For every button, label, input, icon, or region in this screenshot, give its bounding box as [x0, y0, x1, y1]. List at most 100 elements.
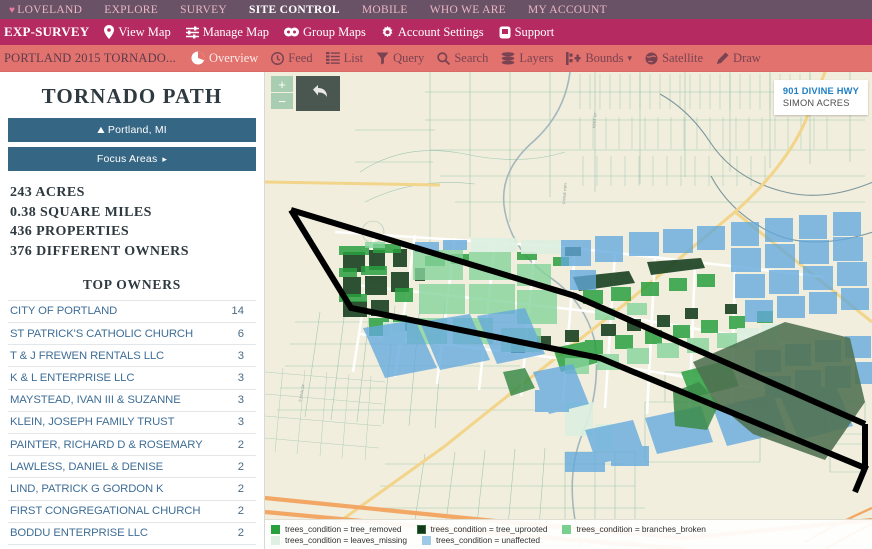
app-item-label: Manage Map	[202, 24, 269, 39]
popup-address: 901 DIVINE HWY	[782, 86, 859, 96]
owner-name: K & L ENTERPRISE LLC	[10, 371, 135, 384]
owner-count: 2	[237, 527, 244, 540]
app-brand[interactable]: EXP-SURVEY	[4, 24, 89, 40]
tool-bounds[interactable]: Bounds ▾	[566, 51, 632, 66]
sliders-icon	[185, 26, 199, 39]
owner-count: 14	[231, 305, 244, 318]
table-row[interactable]: T & J FREWEN RENTALS LLC 3	[8, 344, 256, 366]
tool-layers[interactable]: Layers	[501, 51, 553, 66]
project-title: PORTLAND 2015 TORNADO...	[4, 50, 176, 65]
legend-swatch	[422, 535, 432, 545]
map-canvas[interactable]: DIVINE HWY S MAIN ST KENT ST I 96 I 96 +…	[265, 72, 872, 549]
table-row[interactable]: TORP-SMITH, ROBERT TRUST 2	[8, 543, 256, 549]
heart-icon: ♥	[9, 4, 16, 16]
app-item-label: Account Settings	[397, 24, 484, 39]
map-toolbar: PORTLAND 2015 TORNADO... Overview Feed L…	[0, 45, 872, 72]
nav-item-who-we-are[interactable]: WHO WE ARE	[430, 4, 506, 16]
globe-icon	[645, 52, 658, 65]
popup-subdivision: SIMON ACRES	[782, 98, 850, 108]
owner-count: 2	[237, 505, 244, 518]
nav-item-my-account[interactable]: MY ACCOUNT	[528, 4, 607, 16]
page-title: TORNADO PATH	[41, 84, 223, 108]
table-row[interactable]: MAYSTEAD, IVAN III & SUZANNE 3	[8, 388, 256, 411]
table-row[interactable]: KLEIN, JOSEPH FAMILY TRUST 3	[8, 410, 256, 433]
legend-item-branches-broken: trees_condition = branches_broken	[562, 524, 706, 534]
map-legend: trees_condition = tree_removed trees_con…	[265, 519, 872, 549]
stat-properties: 436 PROPERTIES	[10, 224, 130, 240]
nav-item-survey[interactable]: SURVEY	[180, 4, 227, 16]
tool-feed[interactable]: Feed	[271, 50, 313, 66]
app-item-view-map[interactable]: View Map	[104, 24, 171, 40]
table-row[interactable]: CITY OF PORTLAND 14	[8, 299, 256, 322]
tool-label: Overview	[209, 50, 259, 65]
app-item-manage-map[interactable]: Manage Map	[185, 24, 269, 40]
legend-swatch	[562, 524, 572, 534]
undo-button[interactable]	[296, 76, 340, 111]
owner-name: ST PATRICK'S CATHOLIC CHURCH	[10, 327, 194, 340]
global-nav-bar: ♥ LOVELAND EXPLORE SURVEY SITE CONTROL MO…	[0, 0, 872, 19]
owner-name: CITY OF PORTLAND	[10, 305, 118, 318]
nav-item-loveland[interactable]: ♥ LOVELAND	[9, 4, 82, 16]
table-row[interactable]: PAINTER, RICHARD D & ROSEMARY 2	[8, 432, 256, 455]
tool-query[interactable]: Query	[376, 51, 424, 66]
location-label: Portland, MI	[107, 124, 167, 136]
tool-label: Satellite	[662, 50, 704, 65]
legend-item-tree-uprooted: trees_condition = tree_uprooted	[416, 524, 548, 534]
clock-icon	[271, 51, 285, 65]
zoom-in-button[interactable]: +	[271, 76, 293, 93]
nav-item-site-control[interactable]: SITE CONTROL	[249, 4, 340, 16]
legend-swatch	[271, 535, 280, 545]
group-maps-icon	[284, 26, 299, 38]
tool-list[interactable]: List	[325, 50, 364, 66]
table-row[interactable]: BODDU ENTERPRISE LLC 2	[8, 521, 256, 544]
stat-different-owners: 376 DIFFERENT OWNERS	[10, 244, 189, 260]
table-row[interactable]: LIND, PATRICK G GORDON K 2	[8, 477, 256, 499]
undo-arrow-icon	[309, 84, 328, 103]
tool-overview[interactable]: Overview	[191, 51, 258, 66]
zoom-out-button[interactable]: −	[271, 93, 293, 110]
search-icon	[437, 51, 451, 65]
tool-search[interactable]: Search	[437, 51, 488, 66]
table-row[interactable]: ST PATRICK'S CATHOLIC CHURCH 6	[8, 322, 256, 344]
owner-name: LIND, PATRICK G GORDON K	[10, 482, 164, 495]
legend-item-unaffected: trees_condition = unaffected	[422, 535, 540, 545]
owner-name: LAWLESS, DANIEL & DENISE	[10, 460, 164, 473]
owner-name: KLEIN, JOSEPH FAMILY TRUST	[10, 416, 175, 429]
legend-item-tree-removed: trees_condition = tree_removed	[271, 524, 402, 534]
table-row[interactable]: FIRST CONGREGATIONAL CHURCH 2	[8, 499, 256, 522]
legend-item-leaves-missing: trees_condition = leaves_missing	[271, 535, 407, 545]
funnel-icon	[376, 52, 389, 65]
legend-swatch	[271, 524, 280, 534]
focus-areas-button[interactable]: Focus Areas ▸	[8, 147, 256, 171]
tool-label: Draw	[733, 50, 761, 65]
tool-label: List	[343, 50, 364, 65]
layers-icon	[501, 51, 515, 65]
nav-item-mobile[interactable]: MOBILE	[362, 4, 408, 16]
app-item-label: View Map	[118, 24, 171, 39]
list-icon	[325, 52, 340, 64]
tool-draw[interactable]: Draw	[716, 51, 761, 66]
table-row[interactable]: LAWLESS, DANIEL & DENISE 2	[8, 455, 256, 477]
owner-count: 6	[237, 327, 244, 340]
tool-label: Feed	[288, 50, 313, 65]
nav-item-explore[interactable]: EXPLORE	[104, 4, 158, 16]
pie-chart-icon	[191, 51, 205, 65]
lifebuoy-icon	[499, 26, 511, 39]
app-item-group-maps[interactable]: Group Maps	[284, 25, 366, 40]
owner-count: 3	[237, 394, 244, 407]
gear-icon	[381, 25, 394, 39]
location-button[interactable]: ⛰ Portland, MI	[8, 118, 256, 142]
owner-count: 3	[237, 349, 244, 362]
chevron-down-icon: ▾	[627, 52, 633, 63]
table-row[interactable]: K & L ENTERPRISE LLC 3	[8, 366, 256, 388]
top-owners-heading: TOP OWNERS	[82, 276, 182, 292]
app-nav-bar: EXP-SURVEY View Map Manage Map Group Map…	[0, 19, 872, 45]
overview-sidebar: TORNADO PATH ⛰ Portland, MI Focus Areas ▸ …	[0, 72, 265, 549]
tool-label: Search	[454, 50, 489, 65]
basemap-svg: DIVINE HWY S MAIN ST KENT ST I 96 I 96	[265, 72, 872, 549]
app-item-support[interactable]: Support	[499, 25, 554, 40]
owner-name: PAINTER, RICHARD D & ROSEMARY	[10, 438, 203, 451]
app-item-account-settings[interactable]: Account Settings	[381, 25, 484, 40]
legend-label: trees_condition = tree_removed	[285, 524, 402, 534]
tool-satellite[interactable]: Satellite	[645, 51, 703, 66]
